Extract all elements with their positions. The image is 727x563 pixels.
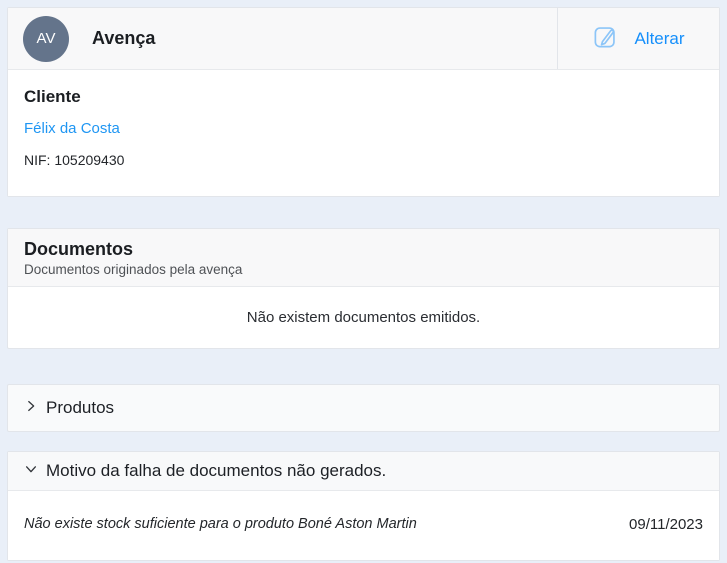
chevron-right-icon	[24, 399, 38, 418]
motivo-title: Motivo da falha de documentos não gerado…	[46, 461, 386, 481]
page-title: Avença	[92, 28, 155, 49]
motivo-body: Não existe stock suficiente para o produ…	[8, 491, 719, 560]
avenca-card: AV Avença Alterar Cliente Félix da Costa…	[7, 7, 720, 197]
documentos-card: Documentos Documentos originados pela av…	[7, 228, 720, 349]
produtos-accordion-header[interactable]: Produtos	[7, 384, 720, 432]
alterar-label: Alterar	[634, 29, 684, 49]
chevron-down-icon	[24, 462, 38, 481]
client-name-link[interactable]: Félix da Costa	[24, 120, 120, 137]
motivo-entry-date: 09/11/2023	[629, 516, 703, 533]
produtos-title: Produtos	[46, 398, 114, 418]
motivo-reason-text: Não existe stock suficiente para o produ…	[24, 516, 437, 532]
documentos-subtitle: Documentos originados pela avença	[24, 262, 703, 277]
motivo-card: Motivo da falha de documentos não gerado…	[7, 451, 720, 561]
alterar-button[interactable]: Alterar	[558, 8, 719, 69]
avatar: AV	[23, 16, 69, 62]
documentos-empty-message: Não existem documentos emitidos.	[8, 287, 719, 348]
motivo-entry-row: Não existe stock suficiente para o produ…	[8, 491, 719, 560]
avenca-header: AV Avença Alterar	[8, 8, 719, 70]
motivo-accordion-header[interactable]: Motivo da falha de documentos não gerado…	[8, 452, 719, 491]
documentos-title: Documentos	[24, 239, 703, 260]
avenca-header-left: AV Avença	[8, 8, 557, 69]
edit-compose-icon	[592, 23, 619, 55]
documentos-header: Documentos Documentos originados pela av…	[8, 229, 719, 287]
cliente-title: Cliente	[24, 87, 703, 107]
client-nif: NIF: 105209430	[24, 152, 703, 168]
cliente-section: Cliente Félix da Costa NIF: 105209430	[8, 70, 719, 196]
